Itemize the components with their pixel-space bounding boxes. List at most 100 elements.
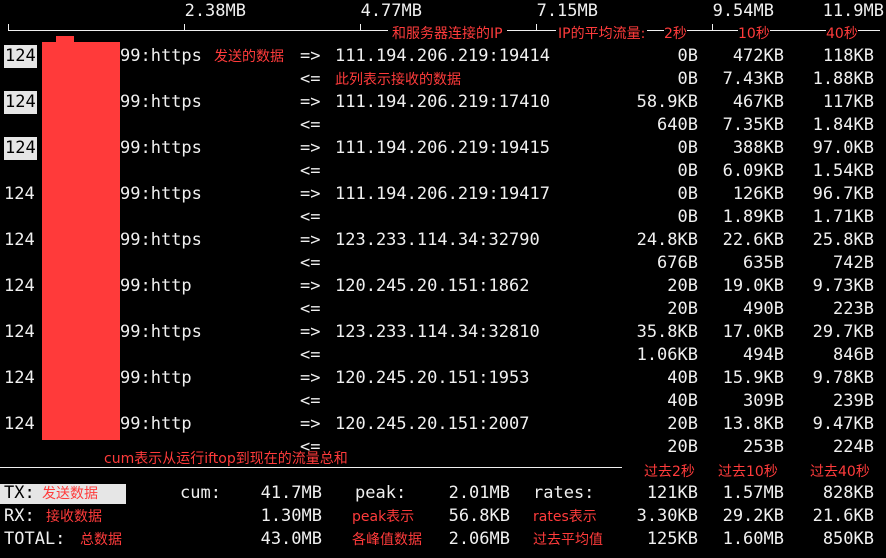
tx-rate-10s: 1.57MB xyxy=(722,483,784,503)
direction-in-arrow: <= xyxy=(300,207,321,227)
tx-rate: 0B xyxy=(677,46,698,66)
tx-rate: 15.9KB xyxy=(722,368,784,388)
tx-rate: 35.8KB xyxy=(636,322,698,342)
rx-rate: 742B xyxy=(833,253,874,273)
direction-in-arrow: <= xyxy=(300,161,321,181)
direction-out-arrow: => xyxy=(300,92,321,112)
rx-rate: 640B xyxy=(657,115,698,135)
remote-address: 123.233.114.34:32810 xyxy=(335,322,540,342)
direction-out-arrow: => xyxy=(300,138,321,158)
tx-cum: 41.7MB xyxy=(260,483,322,503)
annotation-past2: 过去2秒 xyxy=(644,464,695,480)
annotation-sent-data: 发送的数据 xyxy=(214,49,284,65)
rx-cum: 1.30MB xyxy=(260,506,322,526)
rx-rate: 6.09KB xyxy=(722,161,784,181)
scale-tick xyxy=(8,24,9,31)
local-port: 99:https xyxy=(120,322,202,342)
rx-rate: 223B xyxy=(833,299,874,319)
peak-label: peak: xyxy=(355,483,407,503)
annotation-tx: 发送数据 xyxy=(42,486,98,502)
cum-label: cum: xyxy=(180,483,221,503)
local-port: 99:https xyxy=(120,138,202,158)
annotation-10sec: 10秒 xyxy=(738,25,770,43)
direction-in-arrow: <= xyxy=(300,115,321,135)
tx-rate: 97.0KB xyxy=(812,138,874,158)
rx-rate: 40B xyxy=(667,391,698,411)
rx-rate: 1.54KB xyxy=(812,161,874,181)
annotation-avg-flow: IP的平均流量: xyxy=(556,25,648,43)
remote-address: 111.194.206.219:17410 xyxy=(335,92,550,112)
annotation-peak: peak表示 xyxy=(352,509,415,525)
annotation-total: 总数据 xyxy=(80,532,122,548)
local-host: 124 xyxy=(4,230,35,250)
rx-rate-2s: 3.30KB xyxy=(636,506,698,526)
tx-rate: 25.8KB xyxy=(812,230,874,250)
annotation-past40: 过去40秒 xyxy=(810,464,870,480)
scale-label-4: 9.54MB xyxy=(712,1,774,21)
rx-rate: 635B xyxy=(743,253,784,273)
rx-rate: 1.06KB xyxy=(636,345,698,365)
direction-in-arrow: <= xyxy=(300,69,321,89)
rx-rate: 494B xyxy=(743,345,784,365)
redaction-block xyxy=(42,42,120,440)
local-port: 99:http xyxy=(120,276,192,296)
total-peak: 2.06MB xyxy=(448,529,510,549)
rx-rate: 1.88KB xyxy=(812,69,874,89)
tx-rate: 19.0KB xyxy=(722,276,784,296)
direction-out-arrow: => xyxy=(300,414,321,434)
tx-rate: 118KB xyxy=(822,46,874,66)
tx-rate: 0B xyxy=(677,138,698,158)
rates-label: rates: xyxy=(533,483,595,503)
tx-rate: 58.9KB xyxy=(636,92,698,112)
tx-rate: 9.78KB xyxy=(812,368,874,388)
tx-rate-2s: 121KB xyxy=(646,483,698,503)
local-port: 99:https xyxy=(120,230,202,250)
remote-address: 111.194.206.219:19417 xyxy=(335,184,550,204)
rx-peak: 56.8KB xyxy=(448,506,510,526)
tx-rate: 0B xyxy=(677,184,698,204)
rx-rate: 239B xyxy=(833,391,874,411)
local-host: 124 xyxy=(4,137,37,160)
tx-rate: 24.8KB xyxy=(636,230,698,250)
tx-rate: 472KB xyxy=(732,46,784,66)
rx-rate: 7.35KB xyxy=(722,115,784,135)
tx-rate: 96.7KB xyxy=(812,184,874,204)
scale-tick xyxy=(360,24,361,31)
rx-rate: 20B xyxy=(667,437,698,457)
iftop-terminal: 2.38MB 4.77MB 7.15MB 9.54MB 11.9MB 和服务器连… xyxy=(0,0,886,558)
total-cum: 43.0MB xyxy=(260,529,322,549)
annotation-rates2: 过去平均值 xyxy=(533,532,603,548)
annotation-2sec: 2秒 xyxy=(664,25,687,43)
local-host: 124 xyxy=(4,91,37,114)
direction-in-arrow: <= xyxy=(300,253,321,273)
direction-out-arrow: => xyxy=(300,230,321,250)
total-label: TOTAL: xyxy=(4,529,66,549)
annotation-40sec: 40秒 xyxy=(826,25,858,43)
tx-rate: 22.6KB xyxy=(722,230,784,250)
local-host: 124 xyxy=(4,276,35,296)
local-port: 99:https xyxy=(120,46,202,66)
scale-label-3: 7.15MB xyxy=(536,1,598,21)
tx-rate: 9.73KB xyxy=(812,276,874,296)
tx-rate: 29.7KB xyxy=(812,322,874,342)
scale-label-5: 11.9MB xyxy=(822,1,884,21)
rx-rate-10s: 29.2KB xyxy=(722,506,784,526)
local-port: 99:http xyxy=(120,414,192,434)
direction-in-arrow: <= xyxy=(300,391,321,411)
tx-rate: 13.8KB xyxy=(722,414,784,434)
local-host: 124 xyxy=(4,184,35,204)
remote-address: 123.233.114.34:32790 xyxy=(335,230,540,250)
local-port: 99:https xyxy=(120,184,202,204)
annotation-peak2: 各峰值数据 xyxy=(352,532,422,548)
annotation-cum-note: cum表示从运行iftop到现在的流量总和 xyxy=(104,451,348,467)
direction-in-arrow: <= xyxy=(300,299,321,319)
total-rate-10s: 1.60MB xyxy=(722,529,784,549)
direction-out-arrow: => xyxy=(300,368,321,388)
scale-tick xyxy=(536,24,537,31)
direction-out-arrow: => xyxy=(300,322,321,342)
annotation-past10: 过去10秒 xyxy=(718,464,778,480)
rx-rate: 490B xyxy=(743,299,784,319)
tx-rate: 9.47KB xyxy=(812,414,874,434)
tx-rate: 20B xyxy=(667,276,698,296)
total-rate-2s: 125KB xyxy=(646,529,698,549)
